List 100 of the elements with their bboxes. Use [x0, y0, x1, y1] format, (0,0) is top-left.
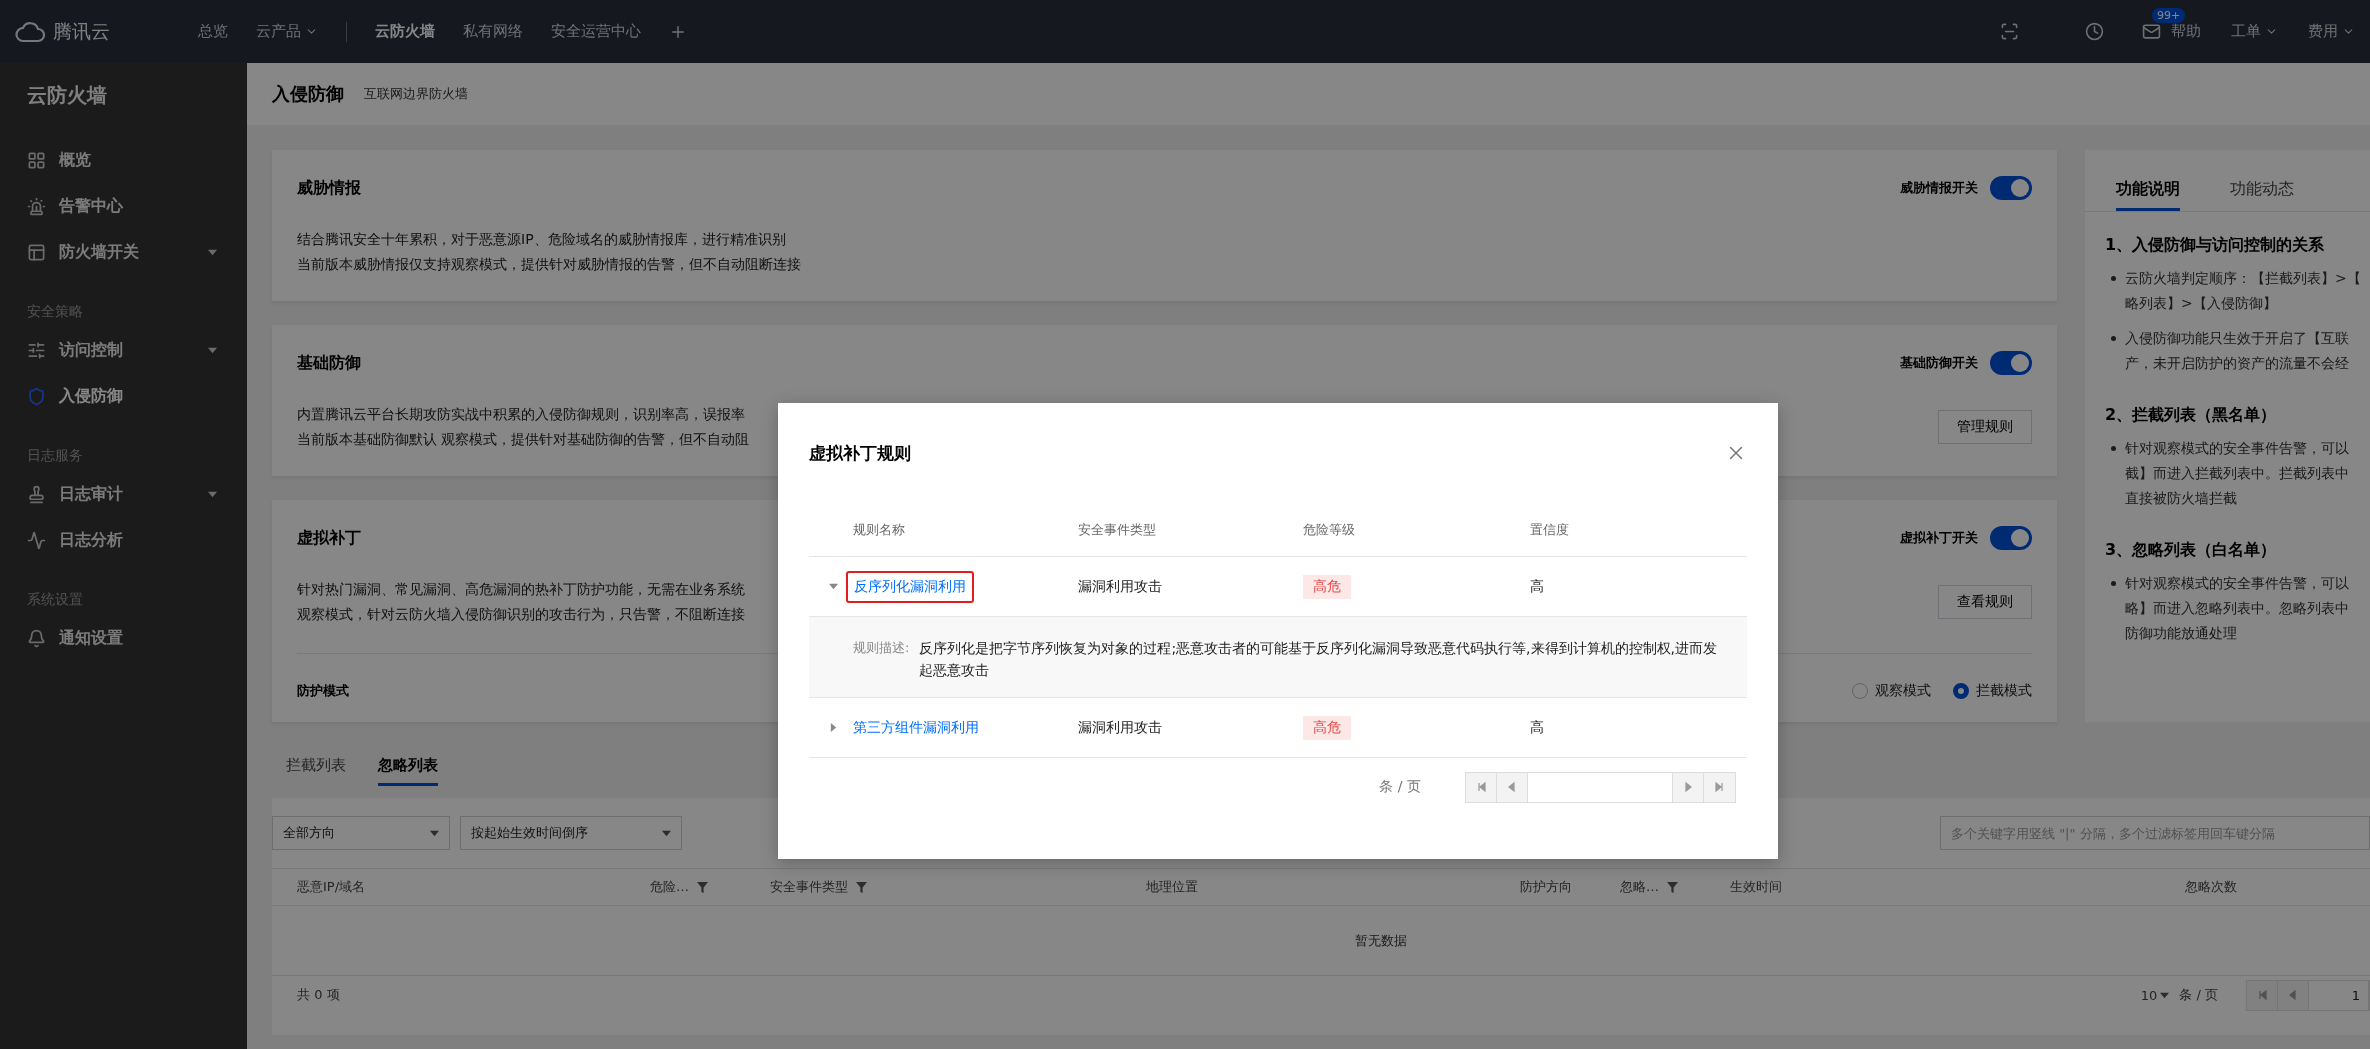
- previous-page-icon: [1507, 782, 1517, 792]
- empty-message: 暂无数据: [1355, 931, 1407, 950]
- page-title: 入侵防御: [272, 82, 344, 106]
- caret-icon: [208, 247, 217, 257]
- column-header: 规则名称: [853, 520, 906, 539]
- bullet-dot: [2111, 581, 2116, 586]
- panel-tab[interactable]: 功能动态: [2230, 179, 2294, 211]
- clock-icon[interactable]: [2085, 22, 2104, 41]
- sort-select[interactable]: 按起始生效时间倒序: [460, 816, 682, 850]
- page-size-select[interactable]: 10: [2140, 987, 2170, 1003]
- caret-icon: [208, 489, 217, 499]
- column-header: 忽略次数: [2185, 878, 2237, 896]
- product-tab[interactable]: 安全运营中心: [551, 22, 641, 41]
- sidebar-item[interactable]: 通知设置: [27, 615, 247, 661]
- bullet-text: 针对观察模式的安全事件告警，可以: [2125, 439, 2349, 458]
- section-heading: 3、忽略列表（白名单）: [2105, 539, 2278, 561]
- caret-icon: [829, 582, 838, 591]
- first-page-button[interactable]: [2247, 980, 2278, 1010]
- mode-radio[interactable]: 拦截模式: [1953, 682, 2032, 700]
- filter-icon[interactable]: [1667, 881, 1678, 893]
- column-header: 危险等级: [1303, 520, 1356, 539]
- panel-tab[interactable]: 功能说明: [2116, 179, 2180, 211]
- confidence: 高: [1530, 718, 1545, 737]
- previous-page-button[interactable]: [2278, 980, 2309, 1010]
- bell-icon: [27, 628, 46, 648]
- card-description: 结合腾讯安全十年累积，对于恶意源IP、危险域名的威胁情报库，进行精准识别: [297, 230, 787, 249]
- sidebar-item[interactable]: 概览: [27, 137, 247, 183]
- event-type: 漏洞利用攻击: [1078, 718, 1163, 737]
- notification-count: 99+: [2152, 8, 2186, 23]
- mail-icon[interactable]: [2142, 22, 2161, 41]
- column-header: 防护方向: [1520, 878, 1572, 896]
- filter-icon[interactable]: [697, 881, 708, 893]
- bullet-text: 产，未开启防护的资产的流量不会经: [2125, 354, 2349, 373]
- top-link[interactable]: 工单: [2231, 22, 2278, 41]
- mode-radio[interactable]: 观察模式: [1852, 682, 1931, 700]
- sidebar-title: 云防火墙: [27, 81, 108, 109]
- sidebar-item[interactable]: 防火墙开关: [27, 229, 247, 275]
- bullet-text: 防御功能放通处理: [2125, 624, 2238, 643]
- first-page-icon: [1476, 782, 1486, 792]
- top-link[interactable]: 费用: [2308, 22, 2355, 41]
- rule-description: 反序列化是把字节序列恢复为对象的过程;恶意攻击者的可能基于反序列化漏洞导致恶意代码执行等,来得到计算机的控制权,进而发起恶意攻击: [919, 639, 1717, 680]
- list-tab[interactable]: 拦截列表: [286, 752, 346, 786]
- toggle-switch[interactable]: [1990, 526, 2032, 550]
- sidebar-item[interactable]: 日志审计: [27, 471, 247, 517]
- per-page-label: 条 / 页: [2179, 986, 2218, 1004]
- direction-select[interactable]: 全部方向: [272, 816, 450, 850]
- brand-name: 腾讯云: [53, 18, 110, 44]
- description-label: 规则描述:: [853, 639, 910, 657]
- last-page-button[interactable]: [1704, 772, 1735, 802]
- product-tab[interactable]: 云防火墙: [375, 22, 435, 41]
- sidebar-item[interactable]: 入侵防御: [27, 373, 247, 419]
- column-header: 地理位置: [1146, 878, 1198, 896]
- card-description: 当前版本威胁情报仅支持观察模式，提供针对威胁情报的告警，但不自动阻断连接: [297, 255, 801, 274]
- confidence: 高: [1530, 577, 1545, 596]
- nav-menu-item[interactable]: 云产品: [256, 22, 318, 41]
- rules-button[interactable]: 查看规则: [1938, 585, 2032, 619]
- caret-icon: [208, 345, 217, 355]
- bullet-dot: [2111, 446, 2116, 451]
- card-title: 基础防御: [297, 352, 361, 374]
- sidebar-item[interactable]: 日志分析: [27, 517, 247, 563]
- column-header: 生效时间: [1730, 878, 1782, 896]
- radio-label: 拦截模式: [1976, 682, 2032, 700]
- filter-icon[interactable]: [856, 881, 867, 893]
- card-description: 观察模式，针对云防火墙入侵防御识别的攻击行为，只告警，不阻断连接: [297, 605, 745, 624]
- rule-name-link[interactable]: 第三方组件漏洞利用: [853, 718, 979, 737]
- column-header: 安全事件类型: [1078, 520, 1157, 539]
- last-page-icon: [1714, 782, 1725, 792]
- siren-icon: [27, 196, 46, 216]
- toggle-switch[interactable]: [1990, 351, 2032, 375]
- caret-icon: [2160, 990, 2170, 1000]
- bullet-text: 略】而进入忽略列表中。忽略列表中: [2125, 599, 2349, 618]
- column-header: 危险…: [650, 878, 689, 896]
- nav-menu-item[interactable]: 总览: [198, 22, 228, 41]
- previous-page-button[interactable]: [1497, 772, 1528, 802]
- next-page-button[interactable]: [1673, 772, 1704, 802]
- caret-icon: [662, 828, 671, 838]
- page-subtitle: 互联网边界防火墙: [364, 85, 468, 103]
- section-heading: 1、入侵防御与访问控制的关系: [2105, 234, 2326, 256]
- switch-label: 基础防御开关: [1900, 354, 1978, 372]
- top-link[interactable]: 帮助: [2171, 22, 2201, 41]
- risk-tag: 高危: [1303, 574, 1351, 599]
- card-title: 虚拟补丁: [297, 527, 361, 549]
- next-page-icon: [1683, 782, 1693, 792]
- sidebar-item[interactable]: 告警中心: [27, 183, 247, 229]
- dialog-title: 虚拟补丁规则: [809, 441, 911, 465]
- rules-button[interactable]: 管理规则: [1938, 410, 2032, 444]
- column-header: 安全事件类型: [770, 878, 848, 896]
- previous-page-icon: [2288, 990, 2298, 1000]
- toggle-switch[interactable]: [1990, 176, 2032, 200]
- switch-label: 虚拟补丁开关: [1900, 529, 1978, 547]
- section-heading: 2、拦截列表（黑名单）: [2105, 404, 2278, 426]
- rule-name-link[interactable]: 反序列化漏洞利用: [846, 570, 974, 603]
- panel-icon: [27, 242, 46, 262]
- list-tab[interactable]: 忽略列表: [378, 752, 438, 786]
- product-tab[interactable]: 私有网络: [463, 22, 523, 41]
- sidebar-item[interactable]: 访问控制: [27, 327, 247, 373]
- first-page-button[interactable]: [1466, 772, 1497, 802]
- bullet-text: 入侵防御功能只生效于开启了【互联: [2125, 329, 2349, 348]
- first-page-icon: [2257, 990, 2267, 1000]
- scan-icon[interactable]: [2000, 22, 2019, 41]
